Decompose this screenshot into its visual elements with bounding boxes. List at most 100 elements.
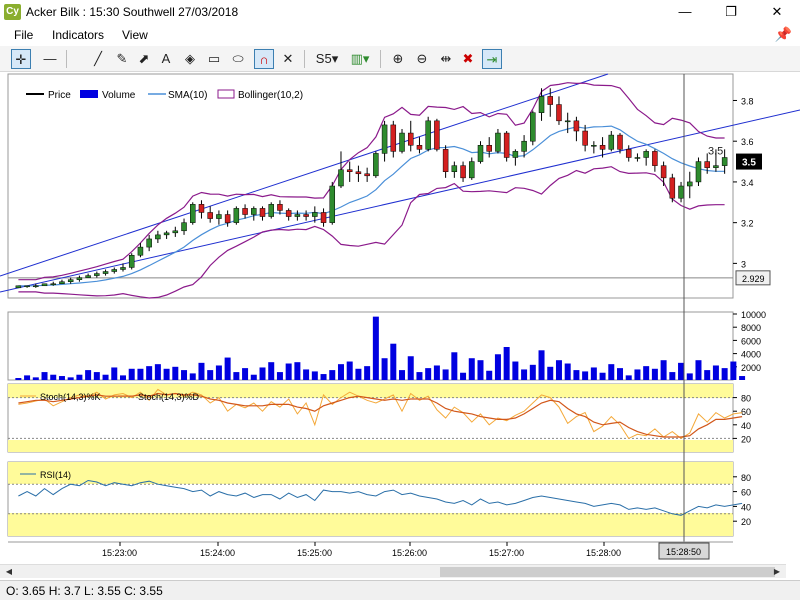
delete-icon[interactable]: ✕	[278, 49, 298, 69]
candle-body	[41, 283, 48, 287]
time-axis-label: 15:26:00	[392, 548, 427, 558]
candle-body	[434, 120, 440, 150]
volume-bar	[407, 356, 414, 380]
pencil-icon[interactable]: ✎	[112, 49, 132, 69]
candle-type-icon[interactable]: ▥▾	[348, 49, 372, 69]
price-axis-label: 3.6	[741, 137, 754, 147]
menu-bar: File Indicators View	[0, 24, 800, 46]
candle-body	[268, 204, 274, 217]
volume-bar	[599, 372, 606, 380]
volume-bar	[259, 367, 266, 380]
horizontal-line-icon[interactable]: —	[40, 49, 60, 69]
candle-body	[442, 149, 449, 172]
maximize-button[interactable]: ❐	[708, 0, 754, 24]
zoom-out-icon[interactable]: ⊖	[412, 49, 432, 69]
cursor-price-label: 2.929	[742, 274, 765, 284]
volume-bar	[686, 373, 693, 380]
volume-bar	[198, 362, 205, 380]
rsi-axis-label: 60	[741, 488, 751, 498]
volume-bar	[660, 360, 667, 380]
crosshair-icon[interactable]: ✛	[11, 49, 31, 69]
candle-body	[625, 149, 632, 158]
window-title: Acker Bilk : 15:30 Southwell 27/03/2018	[26, 5, 239, 19]
candle-body	[713, 165, 719, 168]
volume-bar	[460, 372, 467, 380]
volume-bar	[364, 366, 371, 380]
export-icon[interactable]: ⇥	[482, 49, 502, 69]
candle-body	[94, 273, 100, 276]
minimize-button[interactable]: —	[662, 0, 708, 24]
candle-body	[181, 222, 187, 232]
candle-body	[416, 145, 423, 150]
rectangle-icon[interactable]: ▭	[204, 49, 224, 69]
scroll-left-icon[interactable]: ◀	[2, 566, 16, 578]
candle-body	[599, 145, 606, 150]
candle-body	[660, 165, 667, 179]
price-axis-label: 3	[741, 259, 746, 269]
candle-body	[128, 254, 135, 268]
volume-bar	[503, 347, 510, 380]
volume-bar	[573, 370, 580, 380]
volume-bar	[207, 370, 214, 380]
candle-body	[224, 214, 231, 223]
candle-body	[85, 275, 91, 278]
volume-bar	[85, 370, 92, 380]
volume-bar	[233, 372, 240, 380]
rsi-axis-label: 80	[741, 473, 751, 483]
remove-indicator-icon[interactable]: ✖	[458, 49, 478, 69]
candle-body	[312, 212, 318, 217]
chart-svg[interactable]: 3.83.63.43.232.9293.53.5PriceVolumeSMA(1…	[0, 72, 800, 564]
toolbar-separator	[66, 50, 67, 68]
candle-body	[233, 208, 240, 223]
candle-body	[547, 96, 553, 105]
chart-area[interactable]: 3.83.63.43.232.9293.53.5PriceVolumeSMA(1…	[0, 72, 800, 580]
legend-volume: Volume	[102, 90, 136, 101]
candle-body	[120, 267, 126, 270]
candle-body	[469, 161, 475, 179]
volume-bar	[651, 368, 658, 380]
volume-bar	[119, 375, 126, 380]
fit-icon[interactable]: ⇹	[436, 49, 456, 69]
period-label: S5	[315, 51, 332, 66]
volume-bar	[608, 364, 615, 380]
volume-bar	[268, 362, 275, 380]
candle-body	[251, 208, 257, 215]
candle-body	[695, 161, 702, 183]
volume-axis-label: 2000	[741, 363, 761, 373]
volume-bar	[50, 374, 57, 380]
arrow-icon[interactable]: ⬈	[134, 49, 154, 69]
volume-bar	[137, 368, 144, 380]
candle-body	[687, 181, 693, 187]
text-icon[interactable]: A	[156, 49, 176, 69]
scroll-thumb[interactable]	[440, 567, 775, 577]
menu-view[interactable]: View	[122, 28, 148, 42]
candle-body	[329, 185, 336, 223]
legend-volume-swatch	[80, 90, 98, 98]
volume-bar	[381, 358, 388, 380]
volume-bar	[172, 366, 179, 380]
pin-icon[interactable]: 📌	[775, 26, 792, 43]
toolbar-separator	[380, 50, 381, 68]
candle-body	[285, 210, 292, 217]
volume-bar	[329, 370, 336, 380]
volume-bar	[15, 378, 22, 380]
volume-bar	[721, 368, 728, 380]
volume-bar	[486, 370, 493, 380]
period-dropdown[interactable]: S5▾	[312, 49, 342, 69]
horizontal-scrollbar[interactable]: ◀ ▶	[0, 564, 786, 578]
trend-line-icon[interactable]: ╱	[88, 49, 108, 69]
toolbar-separator	[304, 50, 305, 68]
volume-bar	[294, 362, 301, 380]
scroll-right-icon[interactable]: ▶	[770, 566, 784, 578]
volume-bar	[189, 373, 196, 380]
zoom-in-icon[interactable]: ⊕	[388, 49, 408, 69]
menu-file[interactable]: File	[14, 28, 33, 42]
magnet-icon[interactable]: ∩	[254, 49, 274, 69]
shapes-icon[interactable]: ◈	[180, 49, 200, 69]
volume-bar	[477, 360, 484, 380]
menu-indicators[interactable]: Indicators	[52, 28, 104, 42]
close-button[interactable]: ✕	[754, 0, 800, 24]
candle-body	[15, 285, 22, 289]
candle-body	[617, 134, 623, 150]
ellipse-icon[interactable]: ⬭	[228, 49, 248, 69]
